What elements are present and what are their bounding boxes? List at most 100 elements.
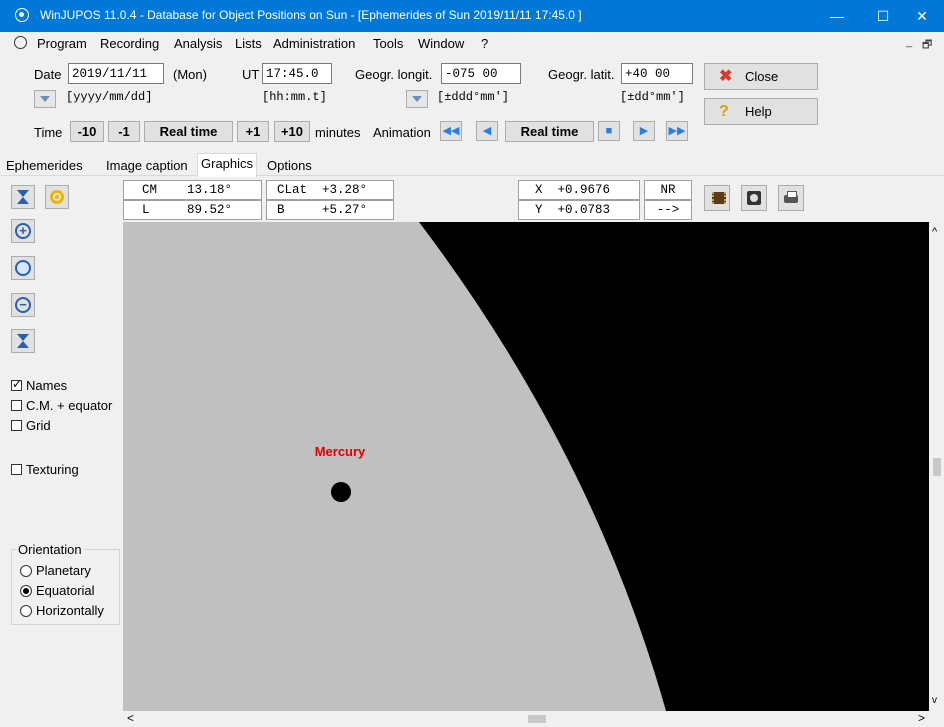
- animation-realtime-button[interactable]: Real time: [505, 121, 594, 142]
- scroll-down-icon[interactable]: v: [932, 695, 937, 706]
- minus1-button[interactable]: -1: [108, 121, 140, 142]
- zoom-in-icon[interactable]: +: [11, 219, 35, 243]
- scroll-left-icon[interactable]: <: [127, 711, 134, 725]
- menu-administration[interactable]: Administration: [273, 36, 355, 51]
- tab-options[interactable]: Options: [264, 157, 315, 175]
- title-bar: WinJUPOS 11.0.4 - Database for Object Po…: [0, 0, 944, 32]
- time-label: Time: [34, 125, 63, 140]
- checkmark-icon: ✓: [12, 377, 23, 391]
- minimize-button[interactable]: —: [814, 0, 860, 32]
- play-icon[interactable]: ▶: [633, 121, 655, 141]
- graphics-canvas[interactable]: Mercury: [123, 222, 929, 711]
- texturing-checkbox[interactable]: [11, 464, 22, 475]
- longit-dropdown-button[interactable]: [406, 90, 428, 108]
- mercury-label: Mercury: [315, 444, 366, 459]
- tab-ephemerides[interactable]: Ephemerides: [3, 157, 86, 175]
- menu-tools[interactable]: Tools: [373, 36, 403, 51]
- equatorial-radio[interactable]: [20, 585, 32, 597]
- menu-window[interactable]: Window: [418, 36, 464, 51]
- mercury-disk: [331, 482, 351, 502]
- date-input[interactable]: [68, 63, 164, 84]
- app-icon[interactable]: [15, 8, 29, 22]
- scroll-up-icon[interactable]: ^: [932, 226, 937, 238]
- grid-checkbox[interactable]: [11, 420, 22, 431]
- image-icon[interactable]: [741, 185, 767, 211]
- cm-equator-label: C.M. + equator: [26, 398, 113, 413]
- sun-icon[interactable]: [45, 185, 69, 209]
- print-icon[interactable]: [778, 185, 804, 211]
- names-label: Names: [26, 378, 68, 393]
- step-back-icon[interactable]: ◀: [476, 121, 498, 141]
- animation-label: Animation: [373, 125, 431, 140]
- realtime-button[interactable]: Real time: [144, 121, 233, 142]
- x-readout: X +0.9676: [518, 180, 640, 200]
- longit-input[interactable]: [441, 63, 521, 84]
- ut-input[interactable]: [262, 63, 332, 84]
- texturing-label: Texturing: [26, 462, 79, 477]
- date-dropdown-button[interactable]: [34, 90, 56, 108]
- y-readout: Y +0.0783: [518, 200, 640, 220]
- menu-analysis[interactable]: Analysis: [174, 36, 222, 51]
- date-label: Date: [34, 67, 62, 82]
- ut-format-hint: [hh:mm.t]: [262, 90, 327, 104]
- minutes-label: minutes: [315, 125, 361, 140]
- help-button[interactable]: ? Help: [704, 98, 818, 125]
- mdi-minimize-button[interactable]: _: [906, 36, 912, 48]
- grid-label: Grid: [26, 418, 51, 433]
- menu-bar: Program Recording Analysis Lists Adminis…: [0, 32, 944, 54]
- flip-icon[interactable]: [11, 185, 35, 209]
- orientation-title: Orientation: [17, 542, 83, 557]
- scroll-right-icon[interactable]: >: [918, 711, 925, 725]
- horizontally-radio[interactable]: [20, 605, 32, 617]
- stop-icon[interactable]: ■: [598, 121, 620, 141]
- planetary-label: Planetary: [36, 563, 91, 578]
- mdi-restore-button[interactable]: 🗗: [922, 36, 932, 55]
- fast-forward-icon[interactable]: ▶▶: [666, 121, 688, 141]
- latit-format-hint: [±dd°mm']: [620, 90, 685, 104]
- b-readout: B +5.27°: [266, 200, 394, 220]
- sun-disk-view: Mercury: [123, 222, 666, 711]
- close-button[interactable]: ✖ Close: [704, 63, 818, 90]
- longit-format-hint: [±ddd°mm']: [437, 90, 510, 104]
- horizontal-scrollbar[interactable]: < >: [123, 711, 929, 727]
- flip-vertical-icon[interactable]: [11, 329, 35, 353]
- nr-button[interactable]: NR: [644, 180, 692, 200]
- minus10-button[interactable]: -10: [70, 121, 104, 142]
- horizontally-label: Horizontally: [36, 603, 104, 618]
- sun-disk: [123, 222, 666, 711]
- planetary-radio[interactable]: [20, 565, 32, 577]
- cm-equator-checkbox[interactable]: [11, 400, 22, 411]
- plus1-button[interactable]: +1: [237, 121, 269, 142]
- latit-label: Geogr. latit.: [548, 67, 615, 82]
- tab-image-caption[interactable]: Image caption: [103, 157, 191, 175]
- latit-input[interactable]: [621, 63, 693, 84]
- direction-button[interactable]: -->: [644, 200, 692, 220]
- zoom-out-icon[interactable]: −: [11, 293, 35, 317]
- close-x-icon: ✖: [719, 68, 733, 85]
- tab-divider: [0, 175, 944, 176]
- close-window-button[interactable]: ✕: [900, 0, 944, 32]
- menu-program[interactable]: Program: [37, 36, 87, 51]
- names-checkbox[interactable]: ✓: [11, 377, 23, 391]
- tab-graphics[interactable]: Graphics: [197, 153, 258, 177]
- clat-readout: CLat +3.28°: [266, 180, 394, 200]
- ut-label: UT: [242, 67, 260, 82]
- system-menu-icon[interactable]: [14, 36, 27, 49]
- vertical-scroll-thumb[interactable]: [933, 458, 941, 476]
- window-title: WinJUPOS 11.0.4 - Database for Object Po…: [40, 8, 582, 22]
- zoom-reset-icon[interactable]: [11, 256, 35, 280]
- film-icon[interactable]: [704, 185, 730, 211]
- help-question-icon: ?: [719, 103, 729, 120]
- cm-readout: CM 13.18°: [123, 180, 262, 200]
- l-readout: L 89.52°: [123, 200, 262, 220]
- vertical-scrollbar[interactable]: ^ v: [929, 222, 944, 711]
- rewind-fast-icon[interactable]: ◀◀: [440, 121, 462, 141]
- longit-label: Geogr. longit.: [355, 67, 433, 82]
- menu-recording[interactable]: Recording: [100, 36, 159, 51]
- date-format-hint: [yyyy/mm/dd]: [66, 90, 153, 104]
- menu-help[interactable]: ?: [481, 36, 488, 51]
- menu-lists[interactable]: Lists: [235, 36, 262, 51]
- plus10-button[interactable]: +10: [274, 121, 310, 142]
- equatorial-label: Equatorial: [36, 583, 95, 598]
- horizontal-scroll-thumb[interactable]: [528, 715, 546, 723]
